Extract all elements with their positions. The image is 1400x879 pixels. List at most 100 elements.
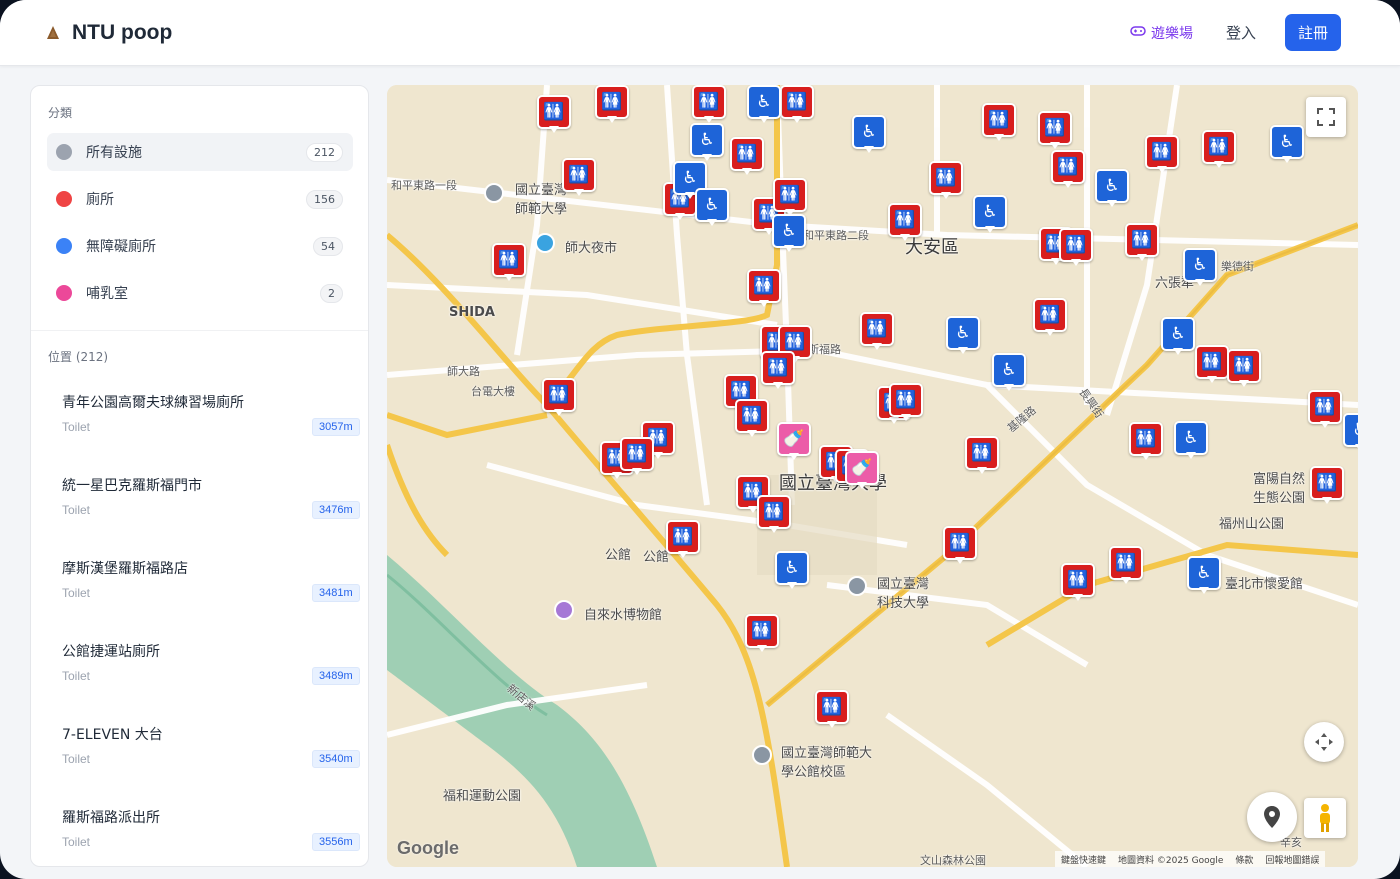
- category-nursing-room[interactable]: 哺乳室 2: [47, 274, 353, 312]
- toilet-pin[interactable]: 🚻: [929, 161, 963, 201]
- toilet-icon: 🚻: [620, 437, 654, 471]
- category-dot: [56, 144, 72, 160]
- fullscreen-button[interactable]: [1306, 97, 1346, 137]
- accessible-toilet-pin[interactable]: ♿: [1095, 169, 1129, 209]
- accessible-toilet-pin[interactable]: ♿: [973, 195, 1007, 235]
- toilet-pin[interactable]: 🚻: [965, 436, 999, 476]
- location-item[interactable]: 摩斯漢堡羅斯福路店 Toilet 3481m: [31, 558, 368, 641]
- toilet-icon: 🚻: [1145, 135, 1179, 169]
- toilet-pin[interactable]: 🚻: [730, 137, 764, 177]
- terms-link[interactable]: 條款: [1235, 853, 1253, 866]
- map-label-water-museum: 自來水博物館: [584, 608, 663, 623]
- location-type: Toilet: [62, 752, 91, 766]
- register-button[interactable]: 註冊: [1285, 14, 1341, 51]
- toilet-pin[interactable]: 🚻: [761, 351, 795, 391]
- pin-tail: [1063, 181, 1073, 188]
- accessible-toilet-pin[interactable]: ♿: [1174, 421, 1208, 461]
- toilet-pin[interactable]: 🚻: [542, 378, 576, 418]
- toilet-pin[interactable]: 🚻: [1308, 390, 1342, 430]
- toilet-icon: 🚻: [562, 158, 596, 192]
- nursing-room-pin[interactable]: 🍼: [777, 422, 811, 462]
- toilet-pin[interactable]: 🚻: [537, 95, 571, 135]
- toilet-pin[interactable]: 🚻: [1033, 298, 1067, 338]
- toilet-pin[interactable]: 🚻: [1310, 466, 1344, 506]
- accessible-toilet-pin[interactable]: ♿: [690, 123, 724, 163]
- location-item[interactable]: 7-ELEVEN 大台 Toilet 3540m: [31, 724, 368, 807]
- wheelchair-icon: ♿: [1174, 421, 1208, 455]
- location-item[interactable]: 統一星巴克羅斯福門市 Toilet 3476m: [31, 475, 368, 558]
- toilet-pin[interactable]: 🚻: [1038, 111, 1072, 151]
- toilet-pin[interactable]: 🚻: [1129, 422, 1163, 462]
- accessible-toilet-pin[interactable]: ♿: [1270, 125, 1304, 165]
- report-error-link[interactable]: 回報地圖錯誤: [1265, 853, 1319, 866]
- wheelchair-icon: ♿: [946, 316, 980, 350]
- university-icon: [752, 745, 772, 765]
- poop-logo-icon: [44, 24, 62, 42]
- nursing-room-pin[interactable]: 🍼: [845, 451, 879, 491]
- wheelchair-icon: ♿: [1270, 125, 1304, 159]
- toilet-pin[interactable]: 🚻: [492, 243, 526, 283]
- toilet-pin[interactable]: 🚻: [860, 312, 894, 352]
- pin-tail: [549, 126, 559, 133]
- accessible-toilet-pin[interactable]: ♿: [747, 85, 781, 125]
- toilet-pin[interactable]: 🚻: [780, 85, 814, 125]
- toilet-pin[interactable]: 🚻: [620, 437, 654, 477]
- toilet-pin[interactable]: 🚻: [747, 269, 781, 309]
- toilet-pin[interactable]: 🚻: [735, 399, 769, 439]
- toilet-pin[interactable]: 🚻: [745, 614, 779, 654]
- toilet-pin[interactable]: 🚻: [1059, 228, 1093, 268]
- pin-tail: [773, 382, 783, 389]
- toilet-pin[interactable]: 🚻: [1227, 349, 1261, 389]
- toilet-pin[interactable]: 🚻: [943, 526, 977, 566]
- toilet-pin[interactable]: 🚻: [1109, 546, 1143, 586]
- toilet-pin[interactable]: 🚻: [888, 203, 922, 243]
- location-item[interactable]: 羅斯福路派出所 Toilet 3556m: [31, 807, 368, 866]
- toilet-pin[interactable]: 🚻: [1051, 150, 1085, 190]
- map-label-ntnu-gongguan: 國立臺灣師範大學公館校區: [781, 746, 873, 780]
- street-view-pegman[interactable]: [1304, 798, 1346, 838]
- map-attribution: 鍵盤快速鍵 地圖資料 ©2025 Google 條款 回報地圖錯誤: [1055, 851, 1326, 867]
- accessible-toilet-pin[interactable]: ♿: [852, 115, 886, 155]
- toilet-pin[interactable]: 🚻: [1145, 135, 1179, 175]
- toilet-pin[interactable]: 🚻: [757, 495, 791, 535]
- playground-link[interactable]: 遊樂場: [1130, 22, 1193, 44]
- accessible-toilet-pin[interactable]: ♿: [695, 188, 729, 228]
- keyboard-shortcuts-link[interactable]: 鍵盤快速鍵: [1061, 853, 1106, 866]
- pin-tail: [632, 468, 642, 475]
- toilet-pin[interactable]: 🚻: [562, 158, 596, 198]
- accessible-toilet-pin[interactable]: ♿: [946, 316, 980, 356]
- baby-bottle-icon: 🍼: [777, 422, 811, 456]
- toilet-pin[interactable]: 🚻: [595, 85, 629, 125]
- accessible-toilet-pin[interactable]: ♿: [775, 551, 809, 591]
- accessible-toilet-pin[interactable]: ♿: [1343, 413, 1358, 453]
- toilet-pin[interactable]: 🚻: [889, 383, 923, 423]
- accessible-toilet-pin[interactable]: ♿: [1183, 248, 1217, 288]
- location-item[interactable]: 公館捷運站廁所 Toilet 3489m: [31, 641, 368, 724]
- toilet-pin[interactable]: 🚻: [692, 85, 726, 125]
- brand[interactable]: NTU poop: [44, 18, 172, 48]
- map-canvas[interactable]: 大安區 SHIDA 國立臺灣師範大學 師大夜市 國立臺灣大學 國立臺灣科技大學 …: [387, 85, 1358, 867]
- accessible-toilet-pin[interactable]: ♿: [1187, 556, 1221, 596]
- category-accessible-toilet[interactable]: 無障礙廁所 54: [47, 227, 353, 265]
- accessible-toilet-pin[interactable]: ♿: [772, 214, 806, 254]
- category-toilet[interactable]: 廁所 156: [47, 180, 353, 218]
- my-location-button[interactable]: [1247, 792, 1297, 842]
- toilet-pin[interactable]: 🚻: [773, 178, 807, 218]
- toilet-pin[interactable]: 🚻: [1202, 130, 1236, 170]
- toilet-pin[interactable]: 🚻: [1061, 563, 1095, 603]
- accessible-toilet-pin[interactable]: ♿: [992, 353, 1026, 393]
- location-item[interactable]: 青年公園高爾夫球練習場廁所 Toilet 3057m: [31, 392, 368, 475]
- login-link[interactable]: 登入: [1226, 22, 1256, 44]
- toilet-pin[interactable]: 🚻: [815, 690, 849, 730]
- pin-tail: [1137, 254, 1147, 261]
- toilet-pin[interactable]: 🚻: [982, 103, 1016, 143]
- toilet-pin[interactable]: 🚻: [1195, 345, 1229, 385]
- camera-control-button[interactable]: [1304, 722, 1344, 762]
- accessible-toilet-pin[interactable]: ♿: [1161, 317, 1195, 357]
- pin-tail: [1141, 453, 1151, 460]
- toilet-icon: 🚻: [1125, 223, 1159, 257]
- category-all[interactable]: 所有設施 212: [47, 133, 353, 171]
- toilet-pin[interactable]: 🚻: [1125, 223, 1159, 263]
- university-icon: [484, 183, 504, 203]
- toilet-pin[interactable]: 🚻: [666, 520, 700, 560]
